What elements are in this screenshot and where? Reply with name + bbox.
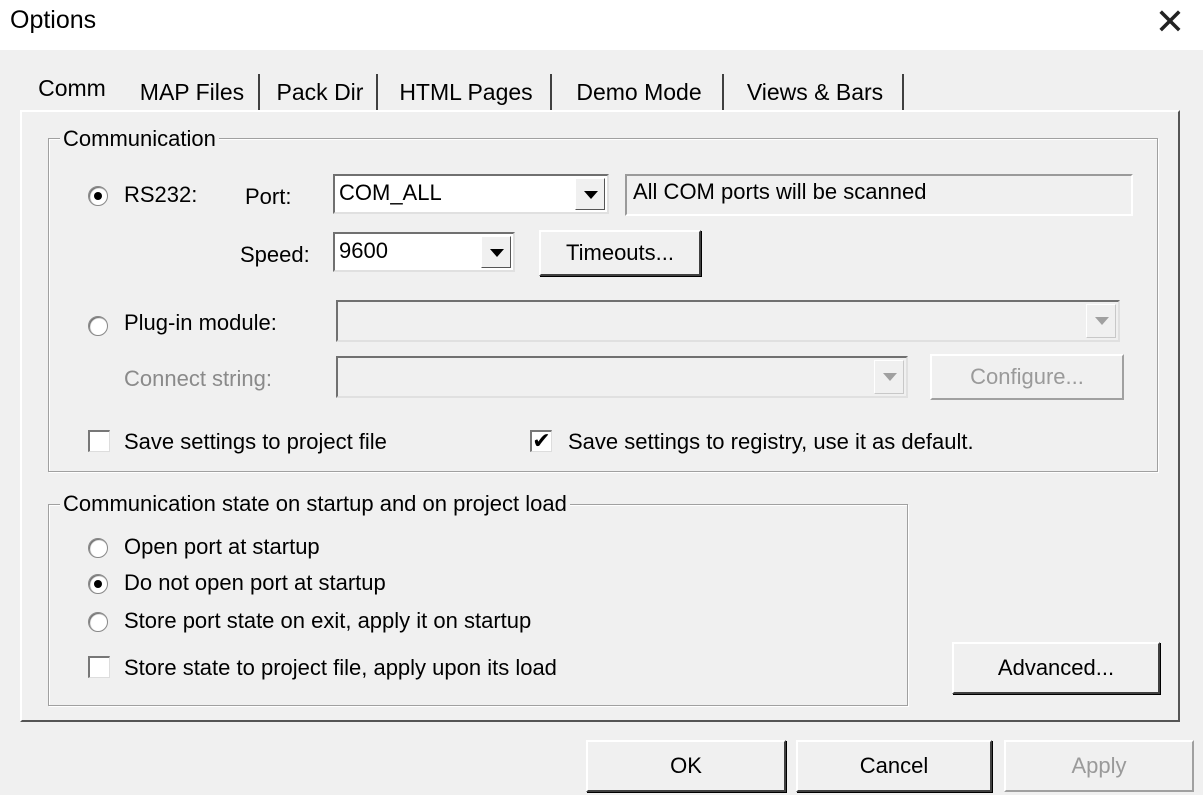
connect-string-dropdown[interactable]	[336, 356, 908, 398]
check-icon: ✔	[532, 428, 551, 453]
window-title: Options	[10, 6, 97, 34]
tab-views-bars[interactable]: Views & Bars	[728, 74, 904, 110]
speed-label: Speed:	[240, 242, 310, 267]
tab-comm[interactable]: Comm	[22, 68, 122, 108]
configure-button[interactable]: Configure...	[930, 354, 1124, 400]
plugin-label: Plug-in module:	[124, 310, 277, 335]
tab-label: MAP Files	[139, 79, 245, 105]
port-label: Port:	[245, 184, 292, 209]
tab-pack-dir[interactable]: Pack Dir	[264, 74, 378, 110]
tab-label: Comm	[38, 75, 106, 101]
tab-label: Pack Dir	[276, 79, 364, 105]
port-info-field: All COM ports will be scanned	[625, 174, 1133, 216]
chevron-down-icon	[1095, 317, 1109, 325]
radio-selected-dot	[94, 580, 102, 588]
rs232-label: RS232:	[124, 182, 198, 207]
store-state-label: Store state to project file, apply upon …	[124, 655, 557, 680]
connect-string-dropdown-button[interactable]	[874, 360, 904, 394]
save-project-checkbox[interactable]	[88, 430, 110, 452]
speed-dropdown[interactable]: 9600	[333, 232, 515, 272]
port-dropdown-button[interactable]	[575, 178, 605, 210]
tab-map-files[interactable]: MAP Files	[126, 74, 260, 110]
advanced-button[interactable]: Advanced...	[952, 642, 1160, 694]
apply-button[interactable]: Apply	[1004, 740, 1194, 792]
connect-string-label: Connect string:	[124, 366, 272, 391]
chevron-down-icon	[490, 249, 504, 257]
speed-dropdown-button[interactable]	[481, 236, 511, 268]
tab-demo-mode[interactable]: Demo Mode	[556, 74, 724, 110]
open-port-radio[interactable]	[88, 538, 108, 558]
tab-html-pages[interactable]: HTML Pages	[382, 74, 552, 110]
save-registry-checkbox[interactable]: ✔	[530, 430, 552, 452]
startup-legend: Communication state on startup and on pr…	[60, 492, 570, 516]
title-bar	[0, 0, 1203, 50]
cancel-button[interactable]: Cancel	[796, 740, 992, 792]
tab-label: Views & Bars	[746, 79, 884, 105]
open-port-label: Open port at startup	[124, 534, 320, 559]
ok-button[interactable]: OK	[586, 740, 786, 792]
tab-label: HTML Pages	[399, 79, 533, 105]
store-state-checkbox[interactable]	[88, 656, 110, 678]
port-dropdown[interactable]: COM_ALL	[333, 174, 609, 214]
tab-label: Demo Mode	[576, 79, 702, 105]
close-icon[interactable]: ✕	[1155, 0, 1185, 44]
plugin-radio[interactable]	[88, 316, 108, 336]
radio-selected-dot	[94, 192, 102, 200]
port-value: COM_ALL	[339, 180, 442, 205]
do-not-open-port-radio[interactable]	[88, 574, 108, 594]
save-project-label: Save settings to project file	[124, 429, 387, 454]
save-registry-label: Save settings to registry, use it as def…	[568, 429, 974, 454]
plugin-dropdown-button[interactable]	[1086, 304, 1116, 338]
communication-legend: Communication	[60, 127, 219, 151]
chevron-down-icon	[584, 191, 598, 199]
timeouts-button[interactable]: Timeouts...	[539, 230, 701, 276]
rs232-radio[interactable]	[88, 186, 108, 206]
plugin-module-dropdown[interactable]	[336, 300, 1120, 342]
store-port-state-label: Store port state on exit, apply it on st…	[124, 608, 532, 633]
store-port-state-radio[interactable]	[88, 612, 108, 632]
speed-value: 9600	[339, 238, 388, 263]
do-not-open-port-label: Do not open port at startup	[124, 570, 386, 595]
chevron-down-icon	[883, 373, 897, 381]
